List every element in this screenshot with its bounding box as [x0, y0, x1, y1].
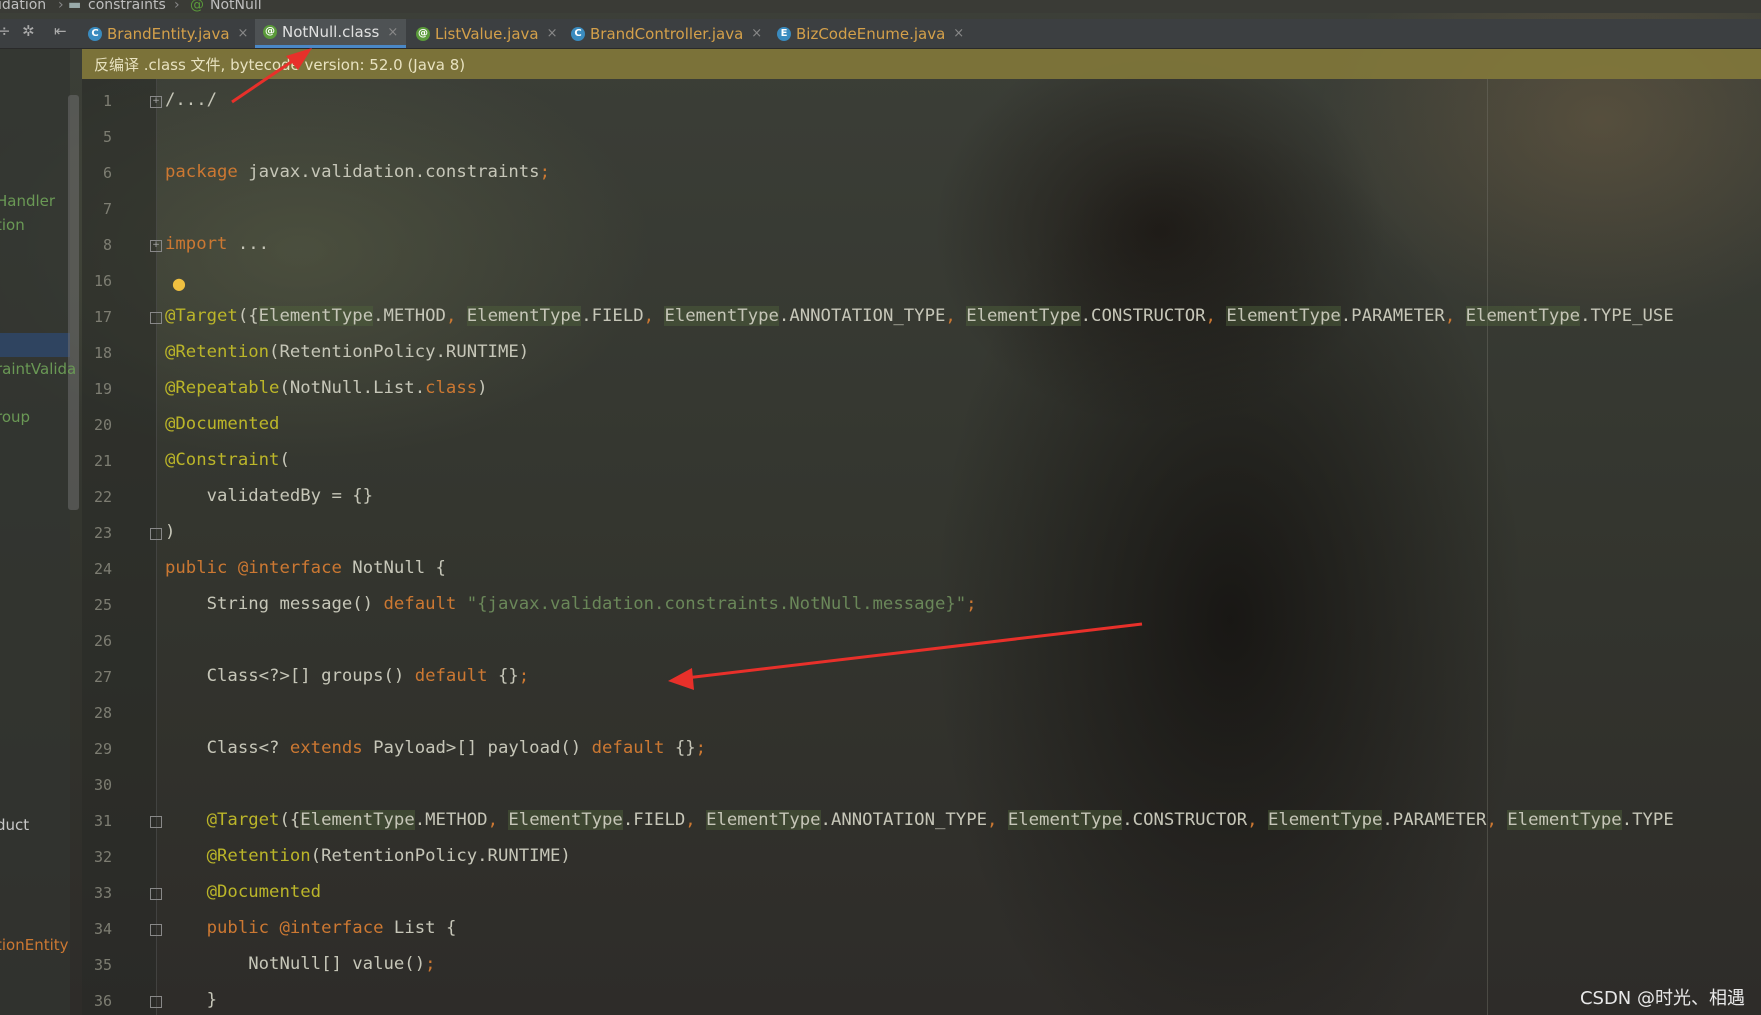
- code-line[interactable]: package javax.validation.constraints;: [165, 162, 550, 182]
- line-number: 22: [93, 488, 112, 506]
- decompiled-notice-bar: 反编译 .class 文件, bytecode version: 52.0 (J…: [82, 49, 1761, 79]
- lightbulb-icon[interactable]: ●: [172, 274, 186, 293]
- tab-label: BizCodeEnume.java: [796, 24, 946, 43]
- tab-brandentity[interactable]: C BrandEntity.java ×: [88, 19, 248, 48]
- line-number: 1: [102, 92, 112, 110]
- fold-marker-icon[interactable]: [150, 312, 162, 324]
- close-icon[interactable]: ×: [953, 26, 964, 41]
- tab-label: BrandEntity.java: [107, 24, 230, 43]
- line-number: 27: [93, 668, 112, 686]
- breadcrumb-item[interactable]: constraints: [88, 0, 166, 13]
- class-icon: C: [88, 26, 102, 41]
- tab-listvalue[interactable]: @ ListValue.java ×: [416, 19, 558, 48]
- code-line[interactable]: public @interface List {: [165, 918, 457, 938]
- sidebar-selection: [0, 333, 70, 357]
- code-line[interactable]: Class<? extends Payload>[] payload() def…: [165, 738, 706, 758]
- annotation-icon: @: [416, 26, 430, 41]
- code-line[interactable]: ): [165, 522, 175, 542]
- line-number: 6: [102, 164, 112, 182]
- code-line[interactable]: NotNull[] value();: [165, 954, 435, 974]
- line-number: 36: [93, 992, 112, 1010]
- hide-panel-icon[interactable]: ⇤: [54, 22, 67, 40]
- navigation-bar: [0, 0, 1761, 13]
- annotation-icon: @: [190, 0, 204, 13]
- line-number: 8: [102, 236, 112, 254]
- code-line[interactable]: @Documented: [165, 414, 279, 434]
- fold-marker-icon[interactable]: [150, 996, 162, 1008]
- fold-marker-icon[interactable]: [150, 528, 162, 540]
- code-line[interactable]: @Retention(RetentionPolicy.RUNTIME): [165, 342, 529, 362]
- close-icon[interactable]: ×: [238, 26, 249, 41]
- sidebar-item[interactable]: duct: [0, 816, 29, 834]
- line-number: 21: [93, 452, 112, 470]
- sidebar-item[interactable]: roup: [0, 408, 30, 426]
- sidebar-item[interactable]: tionEntity: [0, 936, 69, 954]
- line-number: 32: [93, 848, 112, 866]
- tab-label: ListValue.java: [435, 24, 539, 43]
- close-icon[interactable]: ×: [751, 26, 762, 41]
- tab-notnull[interactable]: @ NotNull.class ×: [255, 19, 407, 48]
- code-line[interactable]: }: [165, 990, 217, 1010]
- close-icon[interactable]: ×: [387, 25, 398, 40]
- line-number: 16: [93, 272, 112, 290]
- tab-bizcodeenume[interactable]: E BizCodeEnume.java ×: [777, 19, 964, 48]
- line-number: 18: [93, 344, 112, 362]
- class-icon: C: [571, 26, 585, 41]
- tab-label: NotNull.class: [282, 23, 380, 41]
- fold-marker-icon[interactable]: [150, 924, 162, 936]
- line-number: 35: [93, 956, 112, 974]
- line-number: 25: [93, 596, 112, 614]
- code-line[interactable]: public @interface NotNull {: [165, 558, 446, 578]
- code-line[interactable]: validatedBy = {}: [165, 486, 373, 506]
- tab-label: BrandController.java: [590, 24, 744, 43]
- code-line[interactable]: @Retention(RetentionPolicy.RUNTIME): [165, 846, 571, 866]
- fold-marker-icon[interactable]: +: [150, 96, 162, 108]
- fold-marker-icon[interactable]: [150, 888, 162, 900]
- line-number: 23: [93, 524, 112, 542]
- fold-marker-icon[interactable]: +: [150, 240, 162, 252]
- sidebar-item[interactable]: Handler: [0, 192, 55, 210]
- tab-brandcontroller[interactable]: C BrandController.java ×: [571, 19, 762, 48]
- line-number: 26: [93, 632, 112, 650]
- code-line[interactable]: @Documented: [165, 882, 321, 902]
- watermark: CSDN @时光、相遇: [1579, 988, 1745, 1009]
- line-number: 30: [93, 776, 112, 794]
- line-number: 24: [93, 560, 112, 578]
- code-line[interactable]: @Target({ElementType.METHOD, ElementType…: [165, 306, 1674, 326]
- code-line[interactable]: /.../: [165, 90, 217, 110]
- line-number: 28: [93, 704, 112, 722]
- line-number: 31: [93, 812, 112, 830]
- right-margin-guide: [1487, 79, 1488, 1015]
- chevron-right-icon: ›: [58, 0, 64, 13]
- sidebar-item[interactable]: tion: [0, 216, 25, 234]
- breadcrumb-item[interactable]: NotNull: [210, 0, 262, 13]
- sidebar-scrollbar[interactable]: [68, 95, 79, 510]
- chevron-right-icon: ›: [174, 0, 180, 13]
- code-line[interactable]: String message() default "{javax.validat…: [165, 594, 977, 614]
- code-line[interactable]: @Repeatable(NotNull.List.class): [165, 378, 488, 398]
- line-number: 17: [93, 308, 112, 326]
- code-line[interactable]: @Constraint(: [165, 450, 290, 470]
- code-line[interactable]: Class<?>[] groups() default {};: [165, 666, 530, 686]
- code-line[interactable]: @Target({ElementType.METHOD, ElementType…: [165, 810, 1674, 830]
- code-line[interactable]: import ...: [165, 234, 269, 254]
- line-number: 20: [93, 416, 112, 434]
- line-number: 34: [93, 920, 112, 938]
- fold-marker-icon[interactable]: [150, 816, 162, 828]
- line-number-gutter: [82, 79, 157, 1015]
- line-number: 29: [93, 740, 112, 758]
- line-number: 5: [102, 128, 112, 146]
- folder-icon: ▬: [68, 0, 82, 13]
- line-number: 33: [93, 884, 112, 902]
- close-icon[interactable]: ×: [547, 26, 558, 41]
- collapse-icon[interactable]: ÷: [0, 22, 11, 40]
- annotation-icon: @: [263, 25, 277, 39]
- notice-text: 反编译 .class 文件, bytecode version: 52.0 (J…: [94, 56, 466, 74]
- breadcrumb-item[interactable]: idation: [0, 0, 46, 13]
- sidebar-item[interactable]: raintValida: [0, 360, 76, 378]
- gear-icon[interactable]: ✲: [22, 22, 35, 40]
- line-number: 19: [93, 380, 112, 398]
- enum-icon: E: [777, 26, 791, 41]
- line-number: 7: [102, 200, 112, 218]
